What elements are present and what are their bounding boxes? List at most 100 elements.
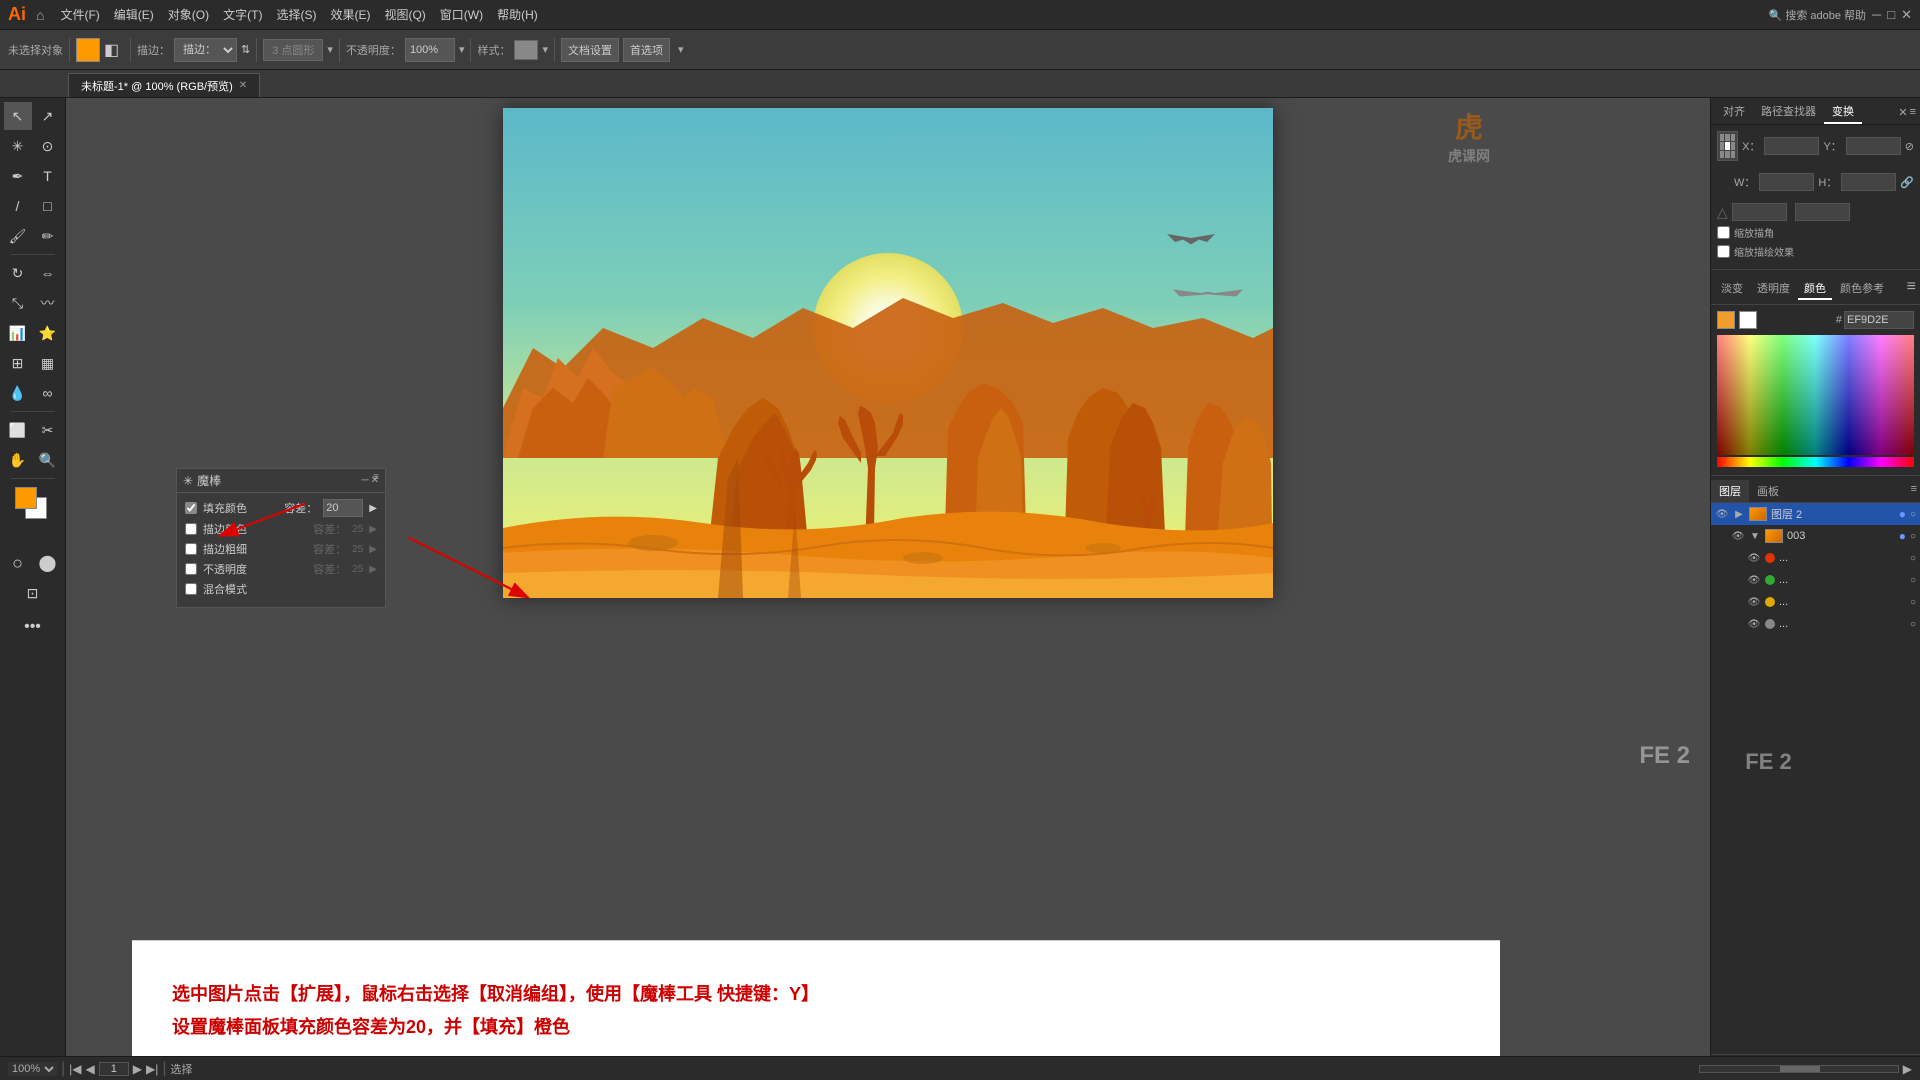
scale-effects-cb[interactable] (1717, 245, 1730, 258)
panel-right-menu[interactable]: ≡ (1910, 106, 1916, 118)
transform-tab[interactable]: 变换 (1824, 100, 1862, 124)
pencil-tool[interactable]: ✏ (34, 222, 62, 250)
eyedropper-tool[interactable]: 💧 (4, 379, 32, 407)
layers-tab[interactable]: 图层 (1711, 480, 1749, 502)
artboard-tab[interactable]: 画板 (1749, 480, 1787, 502)
page-next[interactable]: ▶ (133, 1062, 142, 1076)
blend-mode-select[interactable]: 描边： (174, 38, 237, 62)
hex-input[interactable] (1844, 311, 1914, 329)
up-down-arrow[interactable]: ⇅ (241, 43, 250, 56)
layer-lock-gray[interactable]: ○ (1910, 619, 1916, 630)
layer-expand-003[interactable]: ▼ (1749, 530, 1761, 542)
screen-mode[interactable]: ⊡ (19, 579, 47, 607)
menu-view[interactable]: 视图(Q) (378, 4, 431, 25)
no-transform-icon[interactable]: ⊘ (1905, 140, 1914, 153)
stroke-mode-icon[interactable]: ◧ (104, 40, 124, 60)
menu-edit[interactable]: 编辑(E) (108, 4, 160, 25)
warp-tool[interactable]: 〰 (34, 289, 62, 317)
magic-wand-tool[interactable]: ✳ (4, 132, 32, 160)
active-color-bg[interactable] (1739, 311, 1757, 329)
color-spectrum[interactable] (1717, 335, 1914, 455)
artboard-tool[interactable]: ⬜ (4, 416, 32, 444)
mesh-tool[interactable]: ⊞ (4, 349, 32, 377)
page-input[interactable] (99, 1062, 129, 1076)
panel-minimize[interactable]: ─ (362, 475, 369, 486)
layer-eye-yellow[interactable]: 👁 (1747, 595, 1761, 609)
rect-tool[interactable]: □ (34, 192, 62, 220)
stroke-width-checkbox[interactable] (185, 543, 197, 555)
document-tab[interactable]: 未标题-1* @ 100% (RGB/预览) ✕ (68, 73, 260, 97)
layers-menu[interactable]: ≡ (1908, 480, 1920, 502)
menu-effect[interactable]: 效果(E) (324, 4, 376, 25)
layer-lock-red[interactable]: ○ (1910, 553, 1916, 564)
gradient-tool[interactable]: ▦ (34, 349, 62, 377)
transform-x-input[interactable] (1764, 137, 1819, 155)
transform-y-input[interactable] (1846, 137, 1901, 155)
page-first[interactable]: |◀ (69, 1062, 81, 1076)
transform-shear-input[interactable] (1795, 203, 1850, 221)
symbol-tool[interactable]: ⭐ (34, 319, 62, 347)
layer-lock-2[interactable]: ○ (1910, 509, 1916, 520)
layer-eye-red[interactable]: 👁 (1747, 551, 1761, 565)
window-minimize[interactable]: ─ (1872, 7, 1881, 22)
blend-tool[interactable]: ∞ (34, 379, 62, 407)
menu-object[interactable]: 对象(O) (162, 4, 215, 25)
window-maximize[interactable]: □ (1887, 7, 1895, 22)
direct-select-tool[interactable]: ↗ (34, 102, 62, 130)
layer-eye-2[interactable]: 👁 (1715, 507, 1729, 521)
layer-eye-gray[interactable]: 👁 (1747, 617, 1761, 631)
layer-lock-green[interactable]: ○ (1910, 575, 1916, 586)
layer-eye-green[interactable]: 👁 (1747, 573, 1761, 587)
layer-item-2[interactable]: 👁 ▶ 图层 2 ● ○ (1711, 503, 1920, 525)
layer-item-green[interactable]: 👁 ... ○ (1711, 569, 1920, 591)
fill-color-checkbox[interactable] (185, 502, 197, 514)
pen-tool[interactable]: ✒ (4, 162, 32, 190)
color-panel-menu[interactable]: ≡ (1907, 278, 1916, 300)
panel-menu-btn[interactable]: ≡ (373, 472, 379, 483)
layer-lock-003[interactable]: ○ (1910, 531, 1916, 542)
link-icon[interactable]: 🔗 (1900, 176, 1914, 189)
menu-select[interactable]: 选择(S) (270, 4, 322, 25)
blend-mode-checkbox[interactable] (185, 583, 197, 595)
foreground-color[interactable] (15, 487, 37, 509)
grid-icon[interactable] (1717, 131, 1738, 161)
style-swatch[interactable] (514, 40, 538, 60)
color-tab-swatches[interactable]: 颜色参考 (1834, 278, 1890, 300)
type-tool[interactable]: T (34, 162, 62, 190)
brush-tool[interactable]: 🖌 (4, 222, 32, 250)
search-icon[interactable]: 🔍 搜索 adobe 帮助 (1769, 7, 1866, 23)
lasso-tool[interactable]: ⊙ (34, 132, 62, 160)
color-tab-transparency[interactable]: 透明度 (1751, 278, 1796, 300)
align-tab[interactable]: 对齐 (1715, 100, 1753, 124)
layer-item-gray[interactable]: 👁 ... ○ (1711, 613, 1920, 635)
graph-tool[interactable]: 📊 (4, 319, 32, 347)
fill-color-swatch[interactable] (76, 38, 100, 62)
color-tab-color[interactable]: 颜色 (1798, 278, 1832, 300)
layer-item-red[interactable]: 👁 ... ○ (1711, 547, 1920, 569)
layer-lock-yellow[interactable]: ○ (1910, 597, 1916, 608)
zoom-tool[interactable]: 🔍 (34, 446, 62, 474)
layer-item-003[interactable]: 👁 ▼ 003 ● ○ (1711, 525, 1920, 547)
page-prev[interactable]: ◀ (86, 1062, 95, 1076)
zoom-select[interactable]: 100% (8, 1062, 57, 1076)
reflect-tool[interactable]: ⇔ (34, 259, 62, 287)
panel-right-close[interactable]: ✕ (1898, 106, 1907, 119)
hue-slider[interactable] (1717, 457, 1914, 467)
scroll-indicator[interactable] (1699, 1065, 1899, 1073)
scroll-right[interactable]: ▶ (1903, 1062, 1912, 1076)
opacity-checkbox[interactable] (185, 563, 197, 575)
color-tab-saturation[interactable]: 淡变 (1715, 278, 1749, 300)
page-last[interactable]: ▶| (146, 1062, 158, 1076)
doc-settings-btn[interactable]: 文档设置 (561, 38, 619, 62)
layer-expand-2[interactable]: ▶ (1733, 508, 1745, 520)
point-type-arrow[interactable]: ▾ (327, 43, 333, 56)
preferences-arrow[interactable]: ▾ (678, 43, 684, 56)
fill-tolerance-input[interactable] (323, 499, 363, 517)
transform-h-input[interactable] (1841, 173, 1896, 191)
tab-close-btn[interactable]: ✕ (239, 80, 247, 91)
active-color-fg[interactable] (1717, 311, 1735, 329)
transform-w-input[interactable] (1759, 173, 1814, 191)
selection-tool[interactable]: ↖ (4, 102, 32, 130)
slice-tool[interactable]: ✂ (34, 416, 62, 444)
menu-file[interactable]: 文件(F) (54, 4, 105, 25)
